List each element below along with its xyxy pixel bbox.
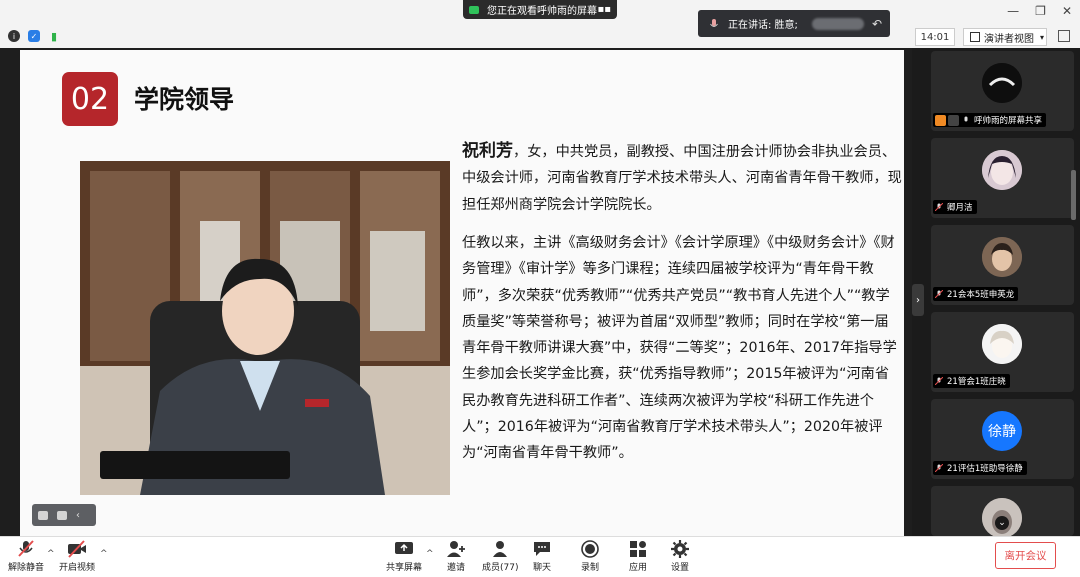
screen-share-banner[interactable]: 您正在观看呼帅雨的屏幕 ▪▪	[463, 0, 617, 19]
intro-text: ，女，中共党员，副教授、中国注册会计师协会非执业会员、中级会计师，河南省教育厅学…	[462, 144, 902, 213]
view-mode-dropdown[interactable]: 演讲者视图 ▾	[963, 28, 1047, 46]
participant-avatar	[982, 150, 1022, 190]
mic-icon	[964, 116, 968, 122]
sidebar-collapse-button[interactable]: ›	[912, 284, 924, 316]
participant-name: 21会本5班申英龙	[947, 290, 1015, 300]
participant-avatar	[982, 324, 1022, 364]
participants-sidebar: › 呼帅雨的屏幕共享 卿月洁 21会本5班申英龙 21管会1班庄晓 徐静 21评…	[912, 48, 1080, 538]
screen-share-icons	[935, 114, 959, 126]
signal-icon[interactable]: ▮	[48, 30, 60, 43]
participant-avatar	[982, 237, 1022, 277]
chevron-down-icon: ▾	[1040, 32, 1045, 42]
collapse-arrow-icon[interactable]: ‹	[76, 510, 80, 521]
meeting-toolbar: 解除静音 ^ 开启视频 ^ 共享屏幕 ^ 邀请 成员(77) 聊天 录制 应用 …	[0, 536, 1080, 577]
chat-label: 聊天	[532, 563, 551, 573]
annotate-icon[interactable]	[38, 510, 48, 520]
members-label: 成员(77)	[482, 563, 519, 573]
annotation-toolbar[interactable]: ‹	[32, 504, 96, 526]
section-number: 02	[62, 72, 118, 126]
shield-icon[interactable]: ✓	[28, 30, 40, 42]
apps-button[interactable]: 应用	[628, 540, 648, 573]
record-icon	[581, 540, 599, 558]
share-screen-label: 共享屏幕	[386, 563, 423, 573]
apps-label: 应用	[628, 563, 647, 573]
leave-meeting-button[interactable]: 离开会议	[995, 542, 1056, 569]
participant-label: 呼帅雨的屏幕共享	[933, 113, 1047, 127]
participant-name: 呼帅雨的屏幕共享	[974, 116, 1043, 126]
chat-button[interactable]: 聊天	[532, 540, 552, 573]
invite-label: 邀请	[446, 563, 465, 573]
mic-muted-icon	[935, 464, 943, 472]
unmute-button[interactable]: 解除静音	[8, 540, 44, 573]
chevron-up-icon[interactable]: ^	[100, 549, 108, 559]
fullscreen-icon[interactable]	[1058, 30, 1070, 42]
participant-label: 21会本5班申英龙	[933, 287, 1019, 301]
participant-tile[interactable]: ⌄	[931, 486, 1074, 538]
participant-name: 卿月洁	[947, 203, 973, 213]
record-label: 录制	[580, 563, 599, 573]
participant-label: 卿月洁	[933, 200, 977, 214]
person-name: 祝利芳	[462, 141, 513, 161]
shared-slide: 02 学院领导 祝利芳，女，中共党员，副教授、中国注册会计师协会非执业会员、中级…	[20, 50, 904, 536]
chevron-up-icon[interactable]: ^	[426, 549, 434, 559]
participant-tile[interactable]: 呼帅雨的屏幕共享	[931, 51, 1074, 131]
members-button[interactable]: 成员(77)	[482, 540, 518, 573]
participant-avatar	[982, 63, 1022, 103]
window-controls: — ❐ ✕	[1007, 4, 1072, 18]
unmute-label: 解除静音	[8, 563, 45, 573]
record-button[interactable]: 录制	[580, 540, 600, 573]
participant-tile[interactable]: 21管会1班庄晓	[931, 312, 1074, 392]
settings-label: 设置	[670, 563, 689, 573]
participant-label: 21管会1班庄晓	[933, 374, 1010, 388]
settings-button[interactable]: 设置	[670, 540, 690, 573]
intro-paragraph: 祝利芳，女，中共党员，副教授、中国注册会计师协会非执业会员、中级会计师，河南省教…	[462, 138, 902, 218]
share-screen-button[interactable]: 共享屏幕	[386, 540, 422, 573]
window-top-bar: 您正在观看呼帅雨的屏幕 ▪▪ 正在讲话: 胜意; ↶ — ❐ ✕ i ✓ ▮ 1…	[0, 0, 1080, 48]
members-icon	[493, 541, 508, 557]
sidebar-scrollbar[interactable]	[1071, 170, 1076, 220]
participant-tile[interactable]: 卿月洁	[931, 138, 1074, 218]
chevron-up-icon[interactable]: ^	[47, 549, 55, 559]
participant-tile[interactable]: 徐静 21评估1班助导徐静	[931, 399, 1074, 479]
participant-name: 21评估1班助导徐静	[947, 464, 1023, 474]
grid-icon	[970, 32, 980, 42]
minimize-icon[interactable]: —	[1007, 4, 1019, 18]
share-menu-icon[interactable]: ▪▪	[597, 4, 611, 15]
add-user-icon	[447, 541, 465, 557]
participant-label: 21评估1班助导徐静	[933, 461, 1027, 475]
video-off-icon	[68, 540, 86, 558]
view-mode-label: 演讲者视图	[984, 33, 1034, 45]
mic-muted-icon	[935, 203, 943, 211]
meeting-time: 14:01	[915, 28, 955, 46]
share-camera-icon	[469, 5, 479, 14]
gear-icon	[671, 540, 689, 558]
participant-avatar: 徐静	[982, 411, 1022, 451]
close-icon[interactable]: ✕	[1062, 4, 1072, 18]
participant-tile[interactable]: 21会本5班申英龙	[931, 225, 1074, 305]
invite-button[interactable]: 邀请	[446, 540, 466, 573]
share-banner-text: 您正在观看呼帅雨的屏幕	[487, 6, 597, 17]
scroll-down-icon[interactable]: ⌄	[995, 516, 1009, 530]
mic-muted-icon	[935, 377, 943, 385]
apps-icon	[630, 541, 646, 557]
mic-muted-icon	[935, 290, 943, 298]
career-paragraph: 任教以来，主讲《高级财务会计》《会计学原理》《中级财务会计》《财务管理》《审计学…	[462, 235, 897, 462]
share-screen-icon	[395, 542, 413, 554]
mic-muted-icon	[18, 540, 34, 557]
start-video-button[interactable]: 开启视频	[59, 540, 95, 573]
comment-icon[interactable]	[57, 510, 67, 520]
portrait-photo	[80, 161, 450, 495]
participant-name: 21管会1班庄晓	[947, 377, 1006, 387]
chat-icon	[534, 542, 550, 556]
restore-icon[interactable]: ❐	[1035, 4, 1046, 18]
slide-title: 学院领导	[134, 85, 235, 114]
start-video-label: 开启视频	[59, 563, 96, 573]
info-icon[interactable]: i	[8, 30, 20, 42]
